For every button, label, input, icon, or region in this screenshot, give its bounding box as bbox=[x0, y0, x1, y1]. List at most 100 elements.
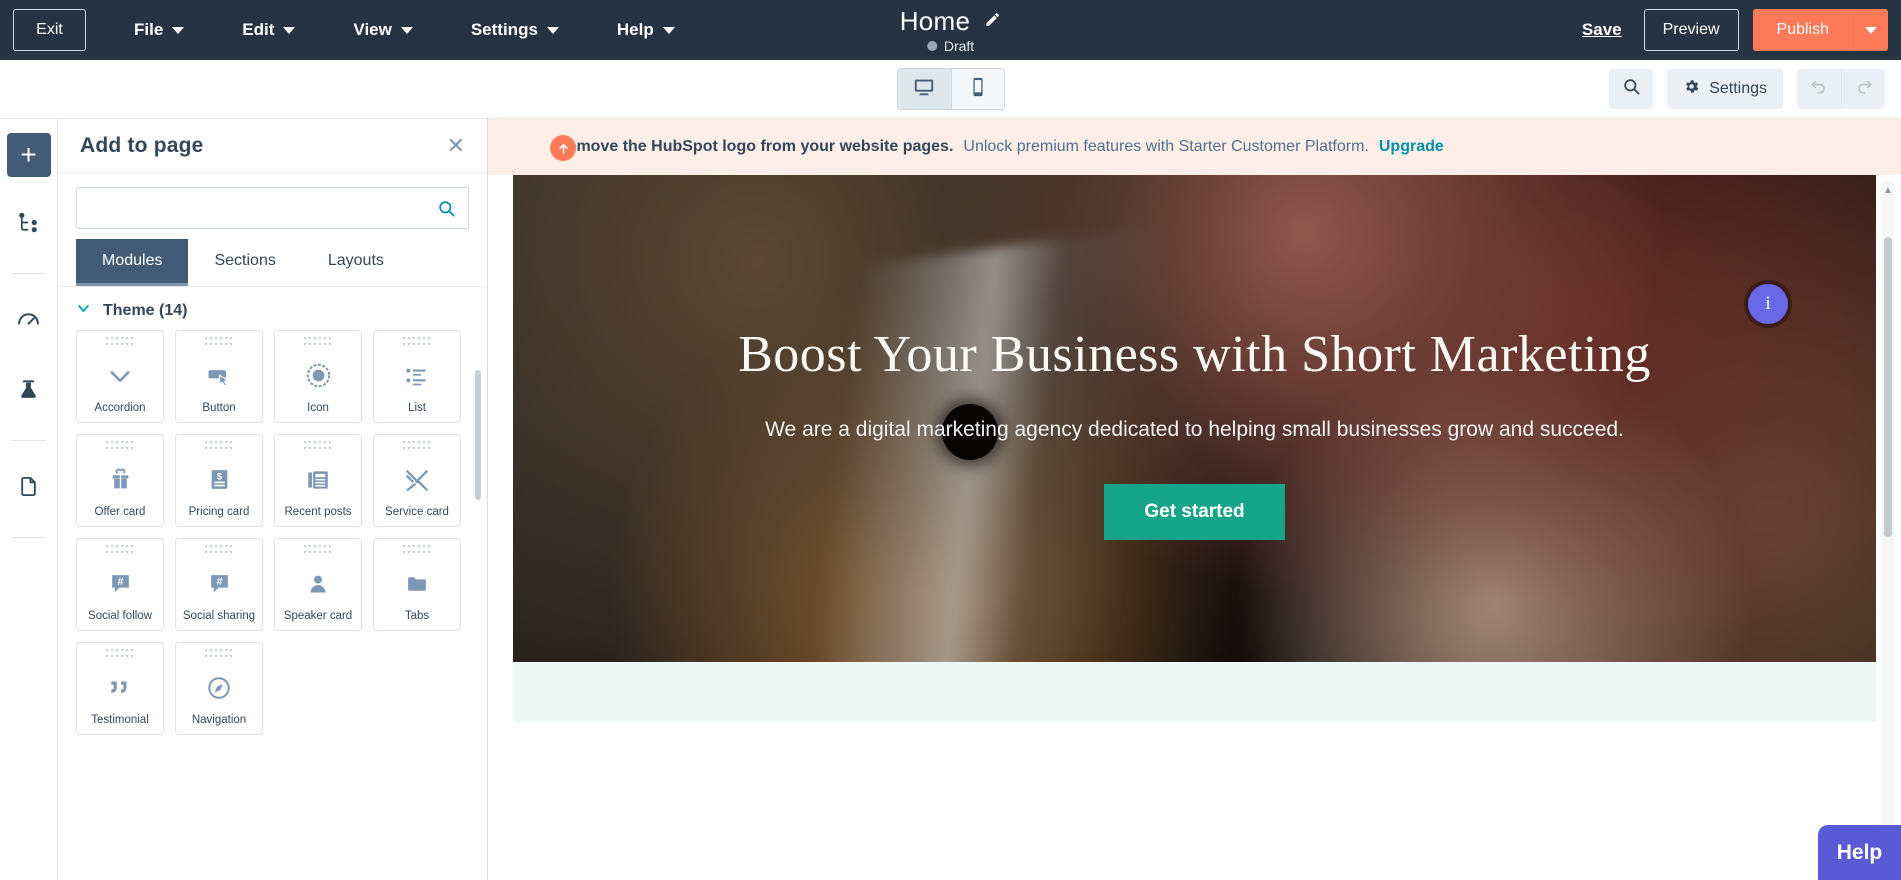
gift-icon bbox=[108, 455, 133, 505]
drag-handle-dots-icon[interactable] bbox=[106, 441, 134, 451]
quote-icon bbox=[107, 663, 133, 713]
preview-pane: Remove the HubSpot logo from your websit… bbox=[488, 119, 1901, 880]
undo-button[interactable] bbox=[1797, 69, 1841, 109]
module-search-box[interactable] bbox=[76, 187, 469, 229]
drag-handle-dots-icon[interactable] bbox=[106, 545, 134, 555]
toolbar-settings-button[interactable]: Settings bbox=[1667, 69, 1783, 109]
tab-layouts-label: Layouts bbox=[328, 252, 384, 269]
module-grid-scroll[interactable]: Accordion Button bbox=[58, 330, 487, 880]
module-card-service-card[interactable]: Service card bbox=[373, 434, 461, 527]
rail-item-optimize[interactable] bbox=[7, 300, 51, 344]
device-desktop-button[interactable] bbox=[898, 69, 951, 109]
preview-button[interactable]: Preview bbox=[1644, 9, 1739, 51]
module-card-navigation[interactable]: Navigation bbox=[175, 642, 263, 735]
rail-item-contents-tree[interactable] bbox=[7, 203, 51, 247]
preview-scrollbar[interactable]: ▲ ▼ bbox=[1882, 181, 1894, 880]
svg-text:$: $ bbox=[216, 472, 222, 482]
tab-modules[interactable]: Modules bbox=[76, 239, 188, 286]
module-card-button[interactable]: Button bbox=[175, 330, 263, 423]
module-card-icon[interactable]: Icon bbox=[274, 330, 362, 423]
drag-handle-dots-icon[interactable] bbox=[205, 545, 233, 555]
drag-handle-dots-icon[interactable] bbox=[304, 337, 332, 347]
drag-handle-dots-icon[interactable] bbox=[106, 649, 134, 659]
hero-content: Boost Your Business with Short Marketing… bbox=[513, 175, 1876, 662]
drag-handle-dots-icon[interactable] bbox=[106, 337, 134, 347]
redo-icon bbox=[1854, 77, 1874, 102]
tab-sections[interactable]: Sections bbox=[188, 239, 301, 286]
get-started-button[interactable]: Get started bbox=[1104, 484, 1284, 540]
menu-file[interactable]: File bbox=[116, 12, 202, 48]
module-card-social-follow[interactable]: # Social follow bbox=[76, 538, 164, 631]
rail-divider bbox=[12, 440, 46, 441]
banner-upgrade-link[interactable]: Upgrade bbox=[1379, 138, 1444, 156]
device-mobile-button[interactable] bbox=[951, 69, 1004, 109]
close-icon[interactable]: ✕ bbox=[447, 135, 465, 157]
help-button[interactable]: Help bbox=[1818, 825, 1901, 880]
device-toggle-group bbox=[897, 68, 1005, 110]
search-icon[interactable] bbox=[437, 199, 456, 218]
module-card-pricing-card[interactable]: $ Pricing card bbox=[175, 434, 263, 527]
menu-help[interactable]: Help bbox=[599, 12, 693, 48]
drag-handle-dots-icon[interactable] bbox=[403, 545, 431, 555]
drag-handle-dots-icon[interactable] bbox=[205, 441, 233, 451]
caret-up-icon[interactable]: ▲ bbox=[1883, 185, 1893, 196]
rail-add-button[interactable]: + bbox=[7, 133, 51, 177]
drag-handle-dots-icon[interactable] bbox=[205, 337, 233, 347]
module-card-label: Pricing card bbox=[186, 505, 253, 526]
button-cursor-icon bbox=[205, 351, 233, 401]
rail-item-page-details[interactable] bbox=[7, 467, 51, 511]
module-group-label: Theme (14) bbox=[103, 302, 187, 320]
preview-scrollbar-thumb[interactable] bbox=[1884, 237, 1892, 537]
module-card-recent-posts[interactable]: Recent posts bbox=[274, 434, 362, 527]
badge-circle-icon bbox=[305, 351, 332, 401]
drag-handle-dots-icon[interactable] bbox=[304, 441, 332, 451]
save-button[interactable]: Save bbox=[1582, 20, 1622, 40]
rail-item-ab-test[interactable] bbox=[7, 370, 51, 414]
top-bar: Exit File Edit View Settings Help Home bbox=[0, 0, 1901, 60]
redo-button[interactable] bbox=[1841, 69, 1885, 109]
menu-view-label: View bbox=[353, 20, 391, 40]
search-input[interactable] bbox=[89, 200, 437, 217]
toolbar-actions: Settings bbox=[1609, 69, 1901, 109]
toolbar-search-button[interactable] bbox=[1609, 69, 1653, 109]
person-icon bbox=[306, 559, 330, 609]
chevron-down-icon bbox=[547, 27, 559, 34]
module-card-offer-card[interactable]: Offer card bbox=[76, 434, 164, 527]
drag-handle-dots-icon[interactable] bbox=[403, 441, 431, 451]
menu-settings[interactable]: Settings bbox=[453, 12, 577, 48]
drag-handle-dots-icon[interactable] bbox=[304, 545, 332, 555]
desktop-icon bbox=[913, 76, 935, 103]
drag-handle-dots-icon[interactable] bbox=[403, 337, 431, 347]
drag-handle-dots-icon[interactable] bbox=[205, 649, 233, 659]
module-card-tabs[interactable]: Tabs bbox=[373, 538, 461, 631]
module-card-speaker-card[interactable]: Speaker card bbox=[274, 538, 362, 631]
module-card-social-sharing[interactable]: # Social sharing bbox=[175, 538, 263, 631]
panel-title: Add to page bbox=[80, 134, 204, 158]
module-card-list[interactable]: List bbox=[373, 330, 461, 423]
module-card-label: Social sharing bbox=[180, 609, 258, 630]
page-canvas: Boost Your Business with Short Marketing… bbox=[513, 175, 1876, 880]
menu-settings-label: Settings bbox=[471, 20, 538, 40]
pencil-icon[interactable] bbox=[984, 11, 1001, 33]
status-dot-icon bbox=[927, 41, 937, 51]
panel-scrollbar[interactable] bbox=[475, 370, 481, 500]
tab-layouts[interactable]: Layouts bbox=[302, 239, 410, 286]
search-icon bbox=[1622, 77, 1641, 101]
module-group-theme[interactable]: Theme (14) bbox=[58, 287, 487, 330]
publish-button[interactable]: Publish bbox=[1753, 9, 1854, 51]
info-badge[interactable]: i bbox=[1748, 284, 1788, 324]
panel-tabs: Modules Sections Layouts bbox=[58, 239, 487, 287]
menu-view[interactable]: View bbox=[335, 12, 430, 48]
publish-group: Publish bbox=[1753, 9, 1888, 51]
hero-section[interactable]: Boost Your Business with Short Marketing… bbox=[513, 175, 1876, 662]
publish-dropdown-button[interactable] bbox=[1854, 9, 1888, 51]
menu-edit[interactable]: Edit bbox=[224, 12, 313, 48]
module-card-label: Icon bbox=[304, 401, 332, 422]
module-card-label: Speaker card bbox=[281, 609, 355, 630]
module-card-accordion[interactable]: Accordion bbox=[76, 330, 164, 423]
add-to-page-panel: Add to page ✕ Modules Sections Layout bbox=[58, 119, 488, 880]
price-tag-icon: $ bbox=[207, 455, 232, 505]
banner-subtext: Unlock premium features with Starter Cus… bbox=[963, 138, 1368, 156]
module-card-testimonial[interactable]: Testimonial bbox=[76, 642, 164, 735]
exit-button[interactable]: Exit bbox=[13, 9, 86, 51]
